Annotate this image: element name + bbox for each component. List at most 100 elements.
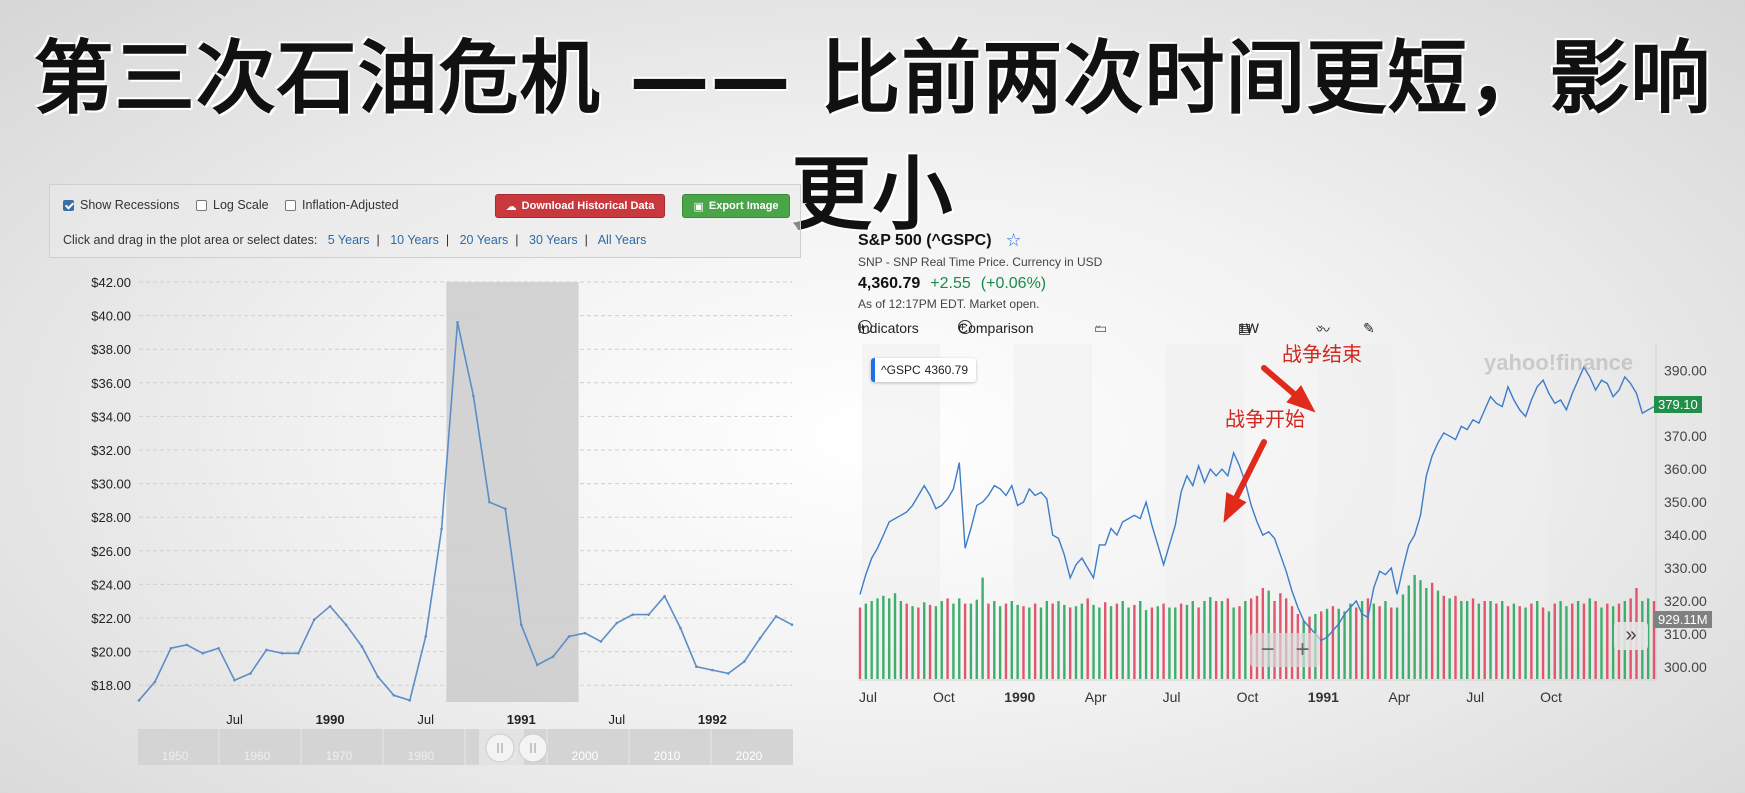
volume-bar	[1489, 601, 1492, 679]
volume-bar	[1512, 603, 1516, 679]
y-tick-label: $36.00	[91, 376, 131, 391]
divider: |	[445, 233, 450, 247]
data-point	[328, 604, 332, 608]
volume-bar	[1320, 611, 1323, 679]
volume-bar	[1553, 603, 1556, 679]
navigator-year-label: 1980	[408, 749, 435, 763]
date-link-20-years[interactable]: 20 Years	[460, 233, 509, 247]
volume-bar	[1536, 601, 1539, 679]
data-point	[265, 648, 268, 652]
volume-bar	[911, 606, 914, 679]
volume-bar	[1051, 603, 1054, 679]
x-tick-label: Jul	[1466, 689, 1484, 705]
volume-bar	[958, 598, 961, 679]
yahoo-finance-watermark: yahoo!finance	[1484, 350, 1634, 375]
volume-bar	[1220, 601, 1224, 679]
volume-bar	[1588, 598, 1591, 679]
volume-bar	[1203, 601, 1206, 679]
data-point	[296, 651, 300, 655]
navigator-handle[interactable]	[518, 733, 548, 763]
volume-bar	[1115, 603, 1119, 679]
y-tick-label: $22.00	[91, 611, 131, 626]
volume-bar	[1214, 601, 1218, 679]
x-tick-label: 1990	[1004, 689, 1035, 705]
volume-bar	[1565, 606, 1568, 679]
scroll-right-icon[interactable]: »	[1614, 622, 1648, 650]
volume-bar	[1501, 601, 1504, 679]
date-link-5-years[interactable]: 5 Years	[328, 233, 370, 247]
navigator-year-label: 2020	[736, 749, 763, 763]
data-point	[344, 623, 348, 627]
date-link-all-years[interactable]: All Years	[598, 233, 647, 247]
zoom-out-icon[interactable]: −	[1260, 636, 1274, 664]
navigator-year-label: 2000	[572, 749, 599, 763]
data-point	[376, 675, 380, 679]
volume-bar	[1600, 607, 1603, 679]
quote-change-percent: (+0.06%)	[980, 275, 1047, 292]
volume-bar	[1179, 603, 1183, 679]
volume-bar	[1068, 607, 1072, 679]
volume-bar	[1080, 603, 1084, 679]
y-tick-label: 300.00	[1664, 659, 1707, 675]
y-tick-label: $32.00	[91, 443, 131, 458]
x-tick-label: Oct	[1237, 689, 1259, 705]
data-point	[726, 672, 730, 675]
quote-name: S&P 500 (^GSPC)	[858, 231, 992, 249]
volume-bar	[1343, 611, 1346, 679]
x-tick-label: Jul	[1163, 689, 1181, 705]
y-tick-label: $42.00	[91, 275, 131, 290]
oil-price-chart[interactable]: $42.00 $40.00 $38.00 $36.00 $34.00 $32.00 $30.…	[49, 262, 801, 767]
volume-bar	[1022, 606, 1025, 679]
download-historical-data-button[interactable]: ☁ Download Historical Data	[495, 194, 665, 218]
volume-bar	[1419, 580, 1422, 679]
volume-bar	[864, 603, 868, 679]
checkbox-unchecked-icon	[196, 199, 207, 211]
volume-bar	[1337, 608, 1340, 679]
zoom-in-icon[interactable]: +	[1295, 636, 1309, 664]
volume-bar	[1384, 601, 1387, 679]
volume-bar	[1395, 607, 1399, 679]
chevron-down-icon: ⌄	[1238, 320, 1247, 331]
y-tick-label: $18.00	[91, 678, 131, 693]
quote-change: +2.55	[930, 275, 971, 292]
x-tick-label: Apr	[1085, 689, 1107, 705]
volume-bar	[946, 598, 949, 679]
symbol-tag: ^GSPC 4360.79	[871, 358, 977, 382]
volume-bar	[969, 603, 973, 679]
y-tick-label: $40.00	[91, 309, 131, 324]
data-point	[583, 631, 587, 635]
volume-bar	[1465, 601, 1469, 679]
volume-bar	[928, 604, 932, 679]
recession-band	[446, 282, 579, 702]
inflation-adjusted-checkbox[interactable]: Inflation-Adjusted	[285, 198, 399, 212]
data-point	[201, 651, 205, 655]
date-link-30-years[interactable]: 30 Years	[529, 233, 578, 247]
star-icon[interactable]: ☆	[1006, 230, 1022, 251]
show-recessions-checkbox[interactable]: Show Recessions	[63, 198, 179, 212]
volume-bar	[998, 606, 1002, 679]
volume-bar	[1530, 603, 1533, 679]
volume-bar	[1436, 590, 1440, 679]
log-scale-checkbox[interactable]: Log Scale	[196, 198, 269, 212]
volume-bar	[1244, 601, 1247, 679]
volume-bar	[934, 606, 938, 679]
divider: |	[376, 233, 380, 247]
volume-bar	[987, 603, 990, 679]
volume-bar	[981, 577, 984, 679]
volume-bar	[917, 607, 920, 679]
volume-bar	[1506, 606, 1510, 679]
y-tick-label: $20.00	[91, 645, 131, 660]
x-tick-label: Jul	[226, 712, 243, 727]
volume-bar	[1016, 604, 1019, 679]
data-point	[137, 699, 141, 702]
export-image-button[interactable]: ▣ Export Image	[682, 194, 790, 218]
volume-bar	[940, 601, 943, 679]
volume-bar	[1425, 588, 1428, 679]
x-tick-label: 1991	[1308, 689, 1339, 705]
volume-bar	[1039, 607, 1043, 679]
oil-price-chart-svg[interactable]: $42.00 $40.00 $38.00 $36.00 $34.00 $32.00 $30.…	[49, 262, 801, 767]
date-link-10-years[interactable]: 10 Years	[390, 233, 439, 247]
navigator-handle[interactable]	[485, 733, 515, 763]
data-point	[758, 636, 762, 640]
data-point	[679, 626, 682, 630]
